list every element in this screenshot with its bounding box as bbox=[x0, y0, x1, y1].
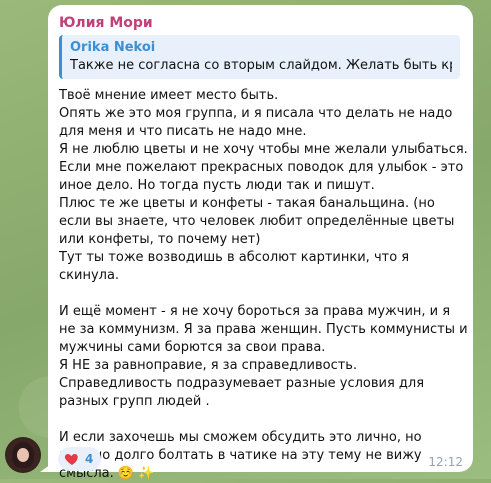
heart-icon bbox=[64, 454, 78, 465]
message-line: Тут ты тоже возводишь в абсолют картинки… bbox=[59, 250, 410, 283]
reply-text: Также не согласна со вторым слайдом. Жел… bbox=[70, 58, 452, 73]
reply-quote[interactable]: Orika Nekoi Также не согласна со вторым … bbox=[59, 35, 460, 79]
reaction-count: 4 bbox=[85, 452, 94, 466]
message-time: 12:12 bbox=[428, 455, 463, 469]
sender-name[interactable]: Юлия Мори bbox=[59, 15, 153, 31]
message-line: Я НЕ за равноправие, я за справедливость… bbox=[59, 358, 358, 373]
reply-author: Orika Nekoi bbox=[70, 40, 156, 55]
message-line: Справедливость подразумевает разные усло… bbox=[59, 376, 425, 409]
heart-reaction-button[interactable]: 4 bbox=[58, 447, 102, 471]
message-text: Твоё мнение имеет место быть. Опять же э… bbox=[59, 87, 469, 483]
message-bubble[interactable]: Юлия Мори Orika Nekoi Также не согласна … bbox=[48, 5, 473, 481]
message-line: Опять же это моя группа, и я писала что … bbox=[59, 106, 453, 139]
message-line: Твоё мнение имеет место быть. bbox=[59, 88, 279, 103]
avatar-face bbox=[17, 448, 29, 462]
message-line: Я не люблю цветы и не хочу чтобы мне жел… bbox=[59, 142, 468, 193]
message-line: И если захочешь мы сможем обсудить это л… bbox=[59, 430, 422, 481]
message-line: И ещё момент - я не хочу бороться за пра… bbox=[59, 304, 468, 355]
message-line: Плюс те же цветы и конфеты - такая банал… bbox=[59, 196, 455, 247]
sender-avatar[interactable] bbox=[5, 437, 41, 473]
